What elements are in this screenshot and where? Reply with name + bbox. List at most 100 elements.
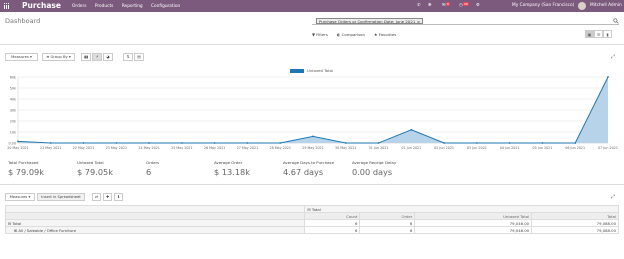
data-point bbox=[279, 142, 282, 144]
x-tick-label: 29 May 2021 bbox=[302, 146, 324, 150]
comparison-menu[interactable]: ◐ Comparison bbox=[337, 32, 365, 37]
graph-view-icon[interactable]: ▮ bbox=[603, 30, 612, 38]
kpi-value: $ 79.09k bbox=[8, 167, 44, 177]
kpi-average-order: Average Order $ 13.18k bbox=[214, 160, 250, 177]
stacked-button[interactable]: ▤ bbox=[134, 53, 144, 61]
section-divider bbox=[0, 184, 624, 185]
filters-label: Filters bbox=[316, 32, 328, 37]
messages-count-badge: 6 bbox=[446, 1, 450, 6]
caret-down-icon: ▾ bbox=[28, 195, 31, 199]
x-tick-label: 06 Jun 2021 bbox=[565, 146, 585, 150]
page-title: Dashboard bbox=[5, 17, 41, 25]
x-tick-label: 24 May 2021 bbox=[138, 146, 160, 150]
line-chart-button[interactable]: ↗ bbox=[92, 53, 102, 61]
search-facet[interactable]: Purchase Orders or Confirmation Date: Ju… bbox=[316, 17, 424, 24]
pivot-col-header-total[interactable]: ⊟ Total bbox=[304, 205, 619, 213]
data-point bbox=[148, 142, 151, 144]
kpi-value: $ 79.05k bbox=[77, 167, 113, 177]
list-view-icon[interactable]: ☰ bbox=[594, 30, 603, 38]
x-tick-label: 28 May 2021 bbox=[269, 146, 291, 150]
y-tick-label: 10k bbox=[10, 130, 16, 134]
group-by-label: Group By bbox=[50, 55, 68, 59]
menu-configuration[interactable]: Configuration bbox=[151, 4, 180, 9]
remove-facet-icon[interactable]: × bbox=[417, 19, 420, 24]
measure-header-order[interactable]: Order bbox=[359, 212, 416, 220]
data-point bbox=[541, 142, 544, 144]
measure-header-count[interactable]: Count bbox=[304, 212, 361, 220]
data-point bbox=[607, 76, 609, 78]
x-tick-label: 25 May 2021 bbox=[171, 146, 193, 150]
insert-in-spreadsheet-button[interactable]: Insert in Spreadsheet bbox=[37, 193, 85, 201]
settings-icon[interactable]: ⚙ bbox=[476, 3, 480, 8]
data-point bbox=[213, 142, 216, 144]
cell-value: 79,046.00 bbox=[414, 226, 533, 234]
x-tick-label: 26 May 2021 bbox=[204, 146, 226, 150]
facet-label: Purchase Orders or Confirmation Date: Ju… bbox=[319, 18, 416, 24]
bug-icon[interactable]: ❋ bbox=[428, 3, 432, 8]
kpi-label: Average Days to Purchase bbox=[283, 160, 334, 165]
x-tick-label: 31 Jun 2021 bbox=[369, 146, 389, 150]
user-avatar[interactable] bbox=[578, 2, 586, 10]
pie-chart-button[interactable]: ◕ bbox=[103, 53, 113, 61]
favorites-menu[interactable]: ★ Favorites bbox=[374, 32, 396, 37]
area-chart: 0.00 10k 20k 30k 40k 50k 60k 20 May 2021 21 May … bbox=[7, 75, 618, 150]
pivot-row-header-total[interactable]: ⊟ Total bbox=[4, 219, 306, 227]
expand-plus-icon: ⊞ bbox=[14, 227, 18, 233]
kpi-label: Total Purchased bbox=[8, 160, 39, 165]
x-tick-label: 05 Jun 2021 bbox=[533, 146, 553, 150]
pivot-measures-dropdown[interactable]: Measures ▾ bbox=[5, 193, 35, 201]
favorites-label: Favorites bbox=[378, 32, 397, 37]
layers-icon: ≡ bbox=[46, 55, 50, 59]
measure-header-untaxed-total[interactable]: Untaxed Total bbox=[414, 212, 533, 220]
bar-chart-button[interactable]: ▮▮ bbox=[81, 53, 91, 61]
x-tick-label: 23 May 2021 bbox=[106, 146, 128, 150]
flip-axis-button[interactable]: ⇄ bbox=[92, 193, 101, 201]
kpi-orders: Orders 6 bbox=[146, 160, 159, 177]
cell-value: 6 bbox=[359, 226, 416, 234]
phone-icon[interactable]: ✆ bbox=[417, 3, 421, 8]
expand-all-button[interactable]: ✚ bbox=[103, 193, 112, 201]
cell-value: 79,046.00 bbox=[414, 219, 533, 227]
group-by-dropdown[interactable]: ≡ Group By ▾ bbox=[42, 53, 75, 61]
data-point bbox=[312, 135, 314, 138]
search-icon[interactable] bbox=[613, 17, 619, 24]
user-menu[interactable]: Mitchell Admin bbox=[590, 3, 622, 8]
pivot-row-header-category[interactable]: ⊞ All / Saleable / Office Furniture bbox=[4, 226, 306, 234]
kpi-value: 0.00 days bbox=[352, 167, 393, 177]
dashboard-view-icon[interactable]: ▣ bbox=[585, 30, 594, 38]
kpi-value: 6 bbox=[146, 167, 152, 177]
filters-menu[interactable]: ▼ Filters bbox=[312, 32, 328, 37]
sort-button[interactable]: ⇅ bbox=[123, 53, 133, 61]
expand-icon[interactable]: ⤢ bbox=[609, 53, 617, 61]
measure-header-total[interactable]: Total bbox=[531, 212, 619, 220]
activities-count-badge: 26 bbox=[463, 1, 469, 6]
pivot-expand-icon[interactable]: ⤢ bbox=[609, 193, 617, 201]
menu-orders[interactable]: Orders bbox=[72, 4, 86, 9]
menu-products[interactable]: Products bbox=[95, 4, 114, 9]
data-point bbox=[82, 142, 85, 144]
kpi-average-receipt-delay: Average Receipt Delay 0.00 days bbox=[352, 160, 396, 177]
download-button[interactable]: ⬇ bbox=[114, 193, 123, 201]
view-switcher: ▣ ☰ ▮ bbox=[585, 30, 612, 38]
apps-menu-icon[interactable] bbox=[4, 3, 10, 9]
x-tick-label: 03 Jun 2021 bbox=[467, 146, 487, 150]
x-tick-label: 30 May 2021 bbox=[335, 146, 357, 150]
top-navbar: Purchase Orders Products Reporting Confi… bbox=[0, 0, 624, 12]
kpi-value: 4.67 days bbox=[283, 167, 324, 177]
search-bar[interactable]: Purchase Orders or Confirmation Date: Ju… bbox=[312, 17, 619, 25]
comparison-icon: ◐ bbox=[337, 32, 341, 37]
data-point bbox=[246, 142, 249, 144]
main-menu: Orders Products Reporting Configuration bbox=[72, 4, 187, 9]
company-switcher[interactable]: My Company (San Francisco) bbox=[512, 3, 574, 8]
menu-reporting[interactable]: Reporting bbox=[122, 4, 143, 9]
stack-icon: ▤ bbox=[137, 55, 141, 59]
kpi-label: Untaxed Total bbox=[77, 160, 104, 165]
table-row: ⊟ Total 6 6 79,046.00 79,088.00 bbox=[4, 219, 619, 227]
app-brand[interactable]: Purchase bbox=[22, 1, 61, 10]
y-tick-label: 0.00 bbox=[8, 141, 16, 145]
data-point bbox=[508, 142, 511, 144]
kpi-average-days-to-purchase: Average Days to Purchase 4.67 days bbox=[283, 160, 334, 177]
measures-dropdown[interactable]: Measures ▾ bbox=[5, 53, 38, 61]
measures-label: Measures bbox=[11, 55, 29, 59]
data-point bbox=[115, 142, 118, 144]
